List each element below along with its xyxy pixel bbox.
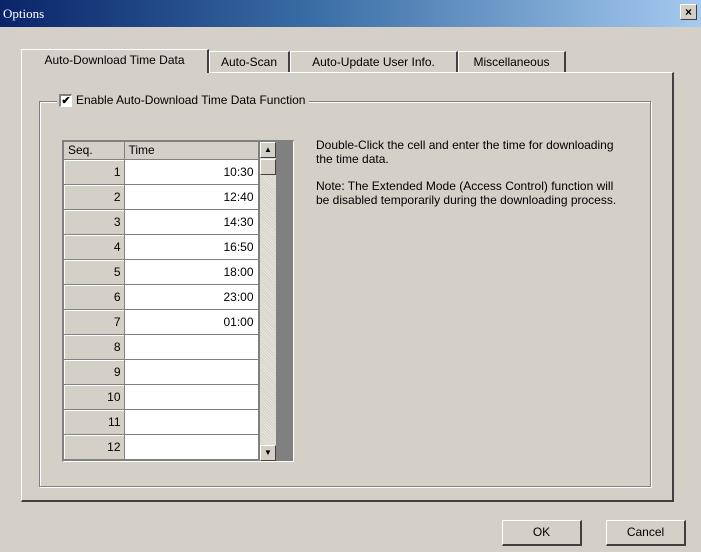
seq-cell: 5 (64, 259, 125, 285)
time-cell[interactable]: 01:00 (124, 309, 259, 335)
seq-cell: 1 (64, 159, 125, 185)
time-table: Seq. Time 1 10:30 2 12:40 3 14:30 4 16:50 5 18:00… (64, 142, 259, 460)
enable-auto-download-checkbox-row[interactable]: ✔ Enable Auto-Download Time Data Functio… (57, 93, 310, 107)
cancel-button[interactable]: Cancel (606, 520, 686, 546)
table-row: 10 (64, 384, 259, 410)
scroll-down-icon[interactable]: ▼ (260, 445, 276, 461)
scroll-up-icon[interactable]: ▲ (260, 142, 276, 158)
tab-miscellaneous[interactable]: Miscellaneous (458, 51, 566, 72)
time-cell[interactable]: 10:30 (124, 159, 259, 185)
tab-label: Miscellaneous (473, 55, 550, 69)
enable-auto-download-checkbox[interactable]: ✔ (59, 93, 72, 107)
time-grid: Seq. Time 1 10:30 2 12:40 3 14:30 4 16:50 5 18:00… (62, 140, 294, 462)
time-cell[interactable]: 16:50 (124, 234, 259, 260)
scroll-thumb[interactable] (260, 159, 276, 175)
time-cell[interactable]: 14:30 (124, 209, 259, 235)
help-text: Double-Click the cell and enter the time… (316, 138, 626, 220)
help-note: Note: The Extended Mode (Access Control)… (316, 179, 617, 207)
column-header-seq[interactable]: Seq. (64, 142, 125, 160)
vertical-scrollbar[interactable]: ▲ ▼ (260, 142, 276, 461)
enable-auto-download-label: Enable Auto-Download Time Data Function (76, 93, 306, 107)
seq-cell: 3 (64, 209, 125, 235)
seq-cell: 10 (64, 384, 125, 410)
table-row: 2 12:40 (64, 184, 259, 210)
time-cell[interactable]: 23:00 (124, 284, 259, 310)
time-cell[interactable] (124, 359, 259, 385)
tab-label: Auto-Download Time Data (44, 53, 185, 67)
table-row: 12 (64, 434, 259, 460)
column-header-time[interactable]: Time (124, 142, 259, 160)
time-cell[interactable]: 18:00 (124, 259, 259, 285)
table-row: 3 14:30 (64, 209, 259, 235)
time-cell[interactable] (124, 434, 259, 460)
ok-button[interactable]: OK (502, 520, 582, 546)
table-row: 8 (64, 334, 259, 360)
time-cell[interactable]: 12:40 (124, 184, 259, 210)
window-title: Options (3, 6, 45, 21)
table-row: 7 01:00 (64, 309, 259, 335)
seq-cell: 11 (64, 409, 125, 435)
time-cell[interactable] (124, 409, 259, 435)
close-button[interactable]: × (680, 4, 697, 20)
tab-label: Auto-Update User Info. (312, 55, 435, 69)
table-row: 9 (64, 359, 259, 385)
seq-cell: 6 (64, 284, 125, 310)
time-cell[interactable] (124, 384, 259, 410)
tab-auto-download-time-data[interactable]: Auto-Download Time Data (21, 49, 209, 73)
tab-panel: ✔ Enable Auto-Download Time Data Functio… (21, 72, 674, 502)
seq-cell: 2 (64, 184, 125, 210)
help-instruction: Double-Click the cell and enter the time… (316, 138, 614, 166)
table-row: 11 (64, 409, 259, 435)
tab-label: Auto-Scan (220, 55, 278, 69)
tab-auto-scan[interactable]: Auto-Scan (209, 51, 290, 72)
seq-cell: 12 (64, 434, 125, 460)
tab-auto-update-user-info[interactable]: Auto-Update User Info. (290, 51, 458, 72)
title-bar: Options × (0, 0, 701, 27)
seq-cell: 9 (64, 359, 125, 385)
time-cell[interactable] (124, 334, 259, 360)
table-row: 5 18:00 (64, 259, 259, 285)
seq-cell: 8 (64, 334, 125, 360)
table-row: 4 16:50 (64, 234, 259, 260)
seq-cell: 4 (64, 234, 125, 260)
seq-cell: 7 (64, 309, 125, 335)
table-row: 1 10:30 (64, 159, 259, 185)
table-row: 6 23:00 (64, 284, 259, 310)
